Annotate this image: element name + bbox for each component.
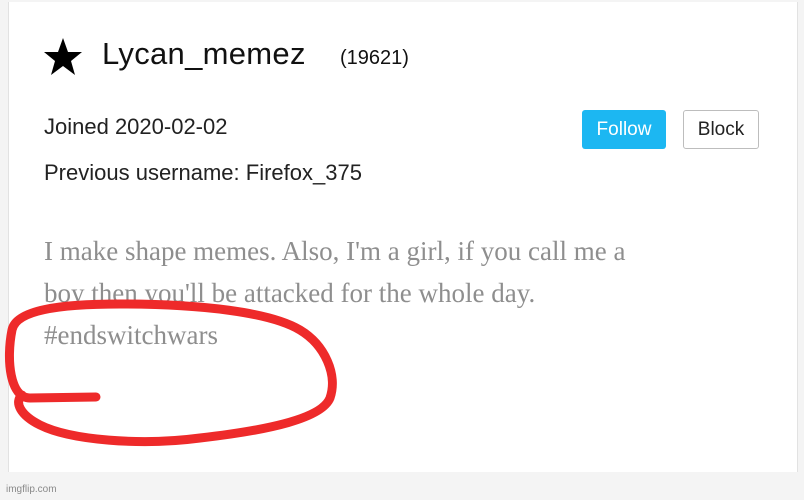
joined-date: Joined 2020-02-02 <box>44 114 228 139</box>
bio-line: I make shape memes. Also, I'm a girl, if… <box>44 236 626 266</box>
star-icon <box>44 38 82 75</box>
watermark: imgflip.com <box>6 484 57 495</box>
previous-username: Previous username: Firefox_375 <box>44 160 362 185</box>
points-count: (19621) <box>340 47 409 69</box>
username[interactable]: Lycan_memez <box>102 36 306 72</box>
follow-button[interactable]: Follow <box>582 110 666 149</box>
bio-line: boy then you'll be attacked for the whol… <box>44 278 536 308</box>
block-button[interactable]: Block <box>683 110 759 149</box>
bio-hashtag[interactable]: #endswitchwars <box>44 314 784 356</box>
profile-bio: I make shape memes. Also, I'm a girl, if… <box>44 230 784 356</box>
